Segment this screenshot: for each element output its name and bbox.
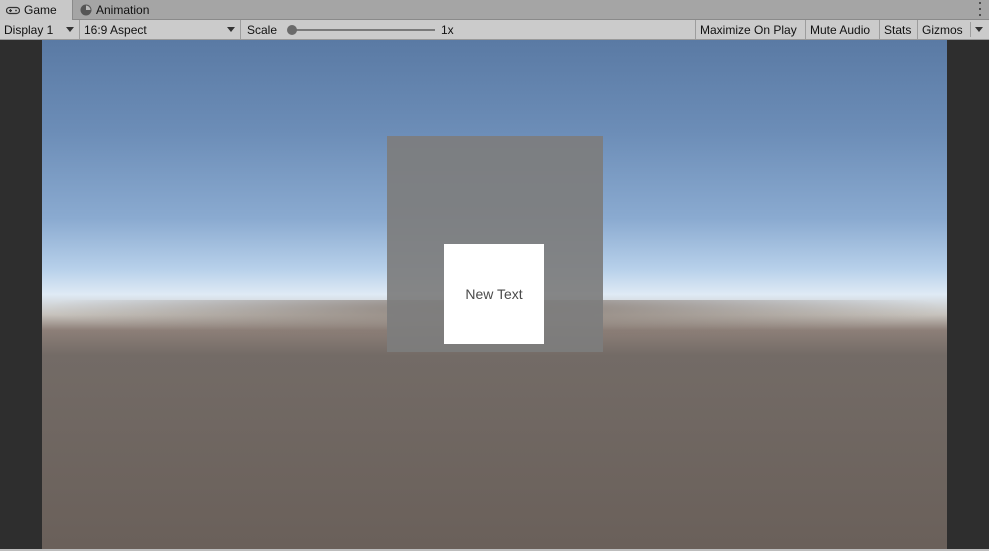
tab-animation-label: Animation <box>96 2 150 17</box>
ui-text-label: New Text <box>465 286 523 302</box>
stats-button[interactable]: Stats <box>880 20 918 39</box>
mute-audio-button[interactable]: Mute Audio <box>806 20 880 39</box>
scale-slider-thumb[interactable] <box>287 25 297 35</box>
display-dropdown[interactable]: Display 1 <box>0 20 80 39</box>
tab-overflow-menu-icon[interactable] <box>977 2 983 16</box>
gizmos-dropdown-icon[interactable] <box>975 27 983 32</box>
scale-value: 1x <box>441 23 454 37</box>
game-view-toolbar: Display 1 16:9 Aspect Scale 1x Maximize … <box>0 20 989 40</box>
maximize-on-play-label: Maximize On Play <box>700 22 797 37</box>
gamepad-icon <box>6 6 20 15</box>
scale-slider-track[interactable] <box>289 29 435 31</box>
scale-label: Scale <box>247 23 278 37</box>
clock-icon <box>80 4 92 16</box>
tab-game-label: Game <box>24 3 57 17</box>
display-dropdown-value: Display 1 <box>4 22 54 37</box>
gizmos-label: Gizmos <box>922 22 963 37</box>
stats-label: Stats <box>884 22 912 37</box>
ui-text-box: New Text <box>444 244 544 344</box>
game-view-render[interactable]: New Text <box>42 40 947 549</box>
chevron-down-icon <box>66 27 74 32</box>
tab-game[interactable]: Game <box>0 0 73 20</box>
aspect-dropdown[interactable]: 16:9 Aspect <box>80 20 241 39</box>
editor-tab-bar: Game Animation <box>0 0 989 20</box>
gizmos-button[interactable]: Gizmos <box>918 20 989 39</box>
mute-audio-label: Mute Audio <box>810 22 871 37</box>
chevron-down-icon <box>227 27 235 32</box>
aspect-dropdown-value: 16:9 Aspect <box>84 22 147 37</box>
scale-control: Scale 1x <box>241 20 696 39</box>
maximize-on-play-button[interactable]: Maximize On Play <box>695 20 806 39</box>
tab-animation[interactable]: Animation <box>74 0 174 19</box>
gizmos-separator <box>970 22 971 37</box>
ui-panel: New Text <box>387 136 603 352</box>
